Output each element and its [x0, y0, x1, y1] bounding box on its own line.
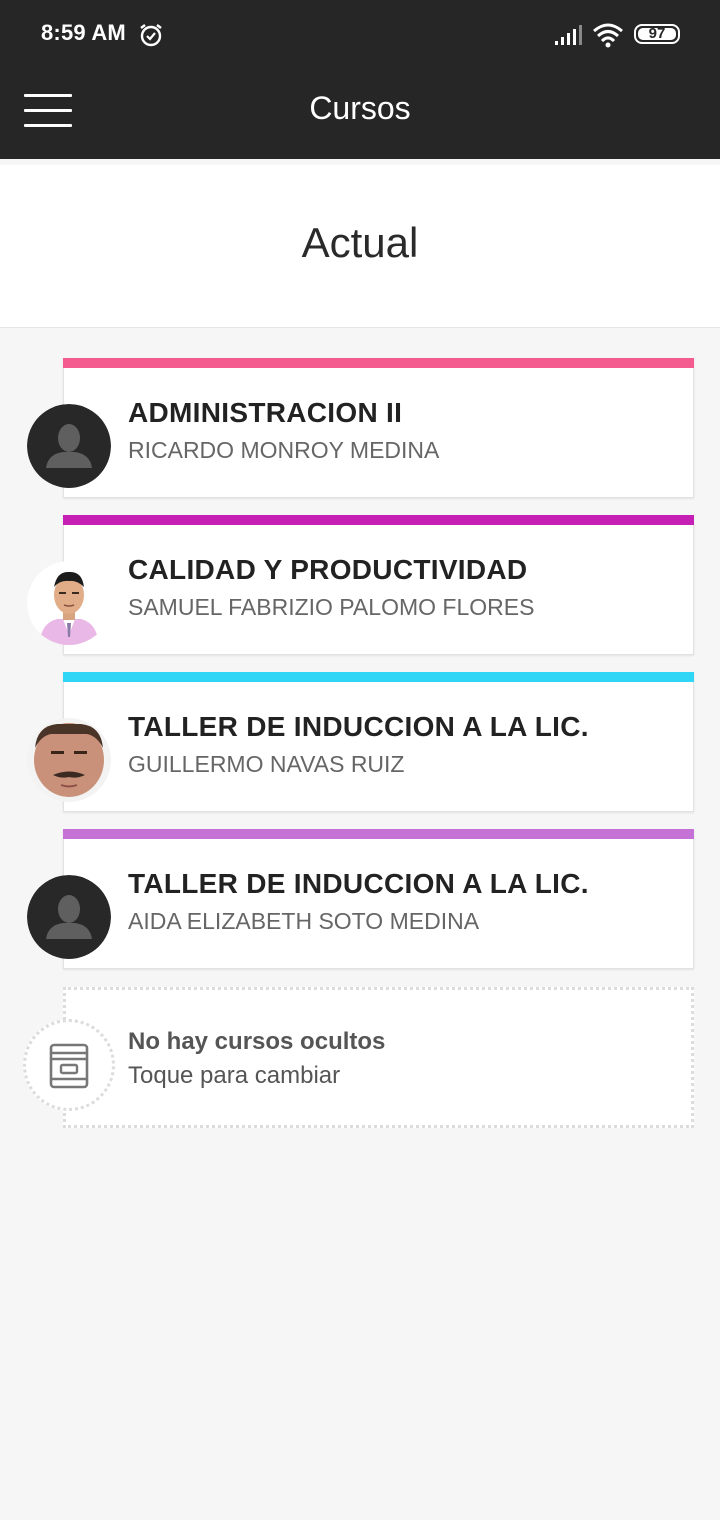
- course-title: ADMINISTRACION II: [128, 397, 403, 428]
- section-title: Actual: [301, 219, 419, 266]
- teacher-avatar: [27, 718, 111, 802]
- course-title: TALLER DE INDUCCION A LA LIC.: [128, 711, 589, 742]
- course-title: CALIDAD Y PRODUCTIVIDAD: [128, 554, 528, 585]
- course-color-stripe: [63, 358, 694, 368]
- alarm-icon: [140, 24, 162, 47]
- course-title: TALLER DE INDUCCION A LA LIC.: [128, 868, 589, 899]
- archive-icon: [23, 1019, 115, 1111]
- course-card[interactable]: CALIDAD Y PRODUCTIVIDAD SAMUEL FABRIZIO …: [63, 515, 694, 655]
- course-color-stripe: [63, 672, 694, 682]
- hidden-courses-title: No hay cursos ocultos: [128, 1028, 386, 1055]
- course-card[interactable]: TALLER DE INDUCCION A LA LIC. GUILLERMO …: [63, 672, 694, 812]
- course-teacher: SAMUEL FABRIZIO PALOMO FLORES: [128, 594, 535, 620]
- page-title: Cursos: [309, 90, 411, 126]
- course-teacher: GUILLERMO NAVAS RUIZ: [128, 751, 405, 777]
- wifi-icon: [593, 23, 623, 48]
- signal-icon: [555, 25, 582, 45]
- course-card[interactable]: TALLER DE INDUCCION A LA LIC. AIDA ELIZA…: [63, 829, 694, 969]
- section-header: Actual: [0, 165, 720, 328]
- default-user-icon: [27, 404, 111, 488]
- battery-icon: 97: [634, 24, 680, 44]
- battery-level: 97: [648, 25, 666, 42]
- status-bar: 8:59 AM 97: [0, 0, 720, 56]
- course-card[interactable]: ADMINISTRACION II RICARDO MONROY MEDINA: [63, 358, 694, 498]
- course-color-stripe: [63, 515, 694, 525]
- default-user-icon: [27, 875, 111, 959]
- status-time: 8:59 AM: [41, 20, 126, 45]
- course-teacher: RICARDO MONROY MEDINA: [128, 437, 440, 463]
- course-color-stripe: [63, 829, 694, 839]
- course-teacher: AIDA ELIZABETH SOTO MEDINA: [128, 908, 480, 934]
- app-bar: Cursos: [0, 56, 720, 159]
- hidden-courses-card[interactable]: No hay cursos ocultos Toque para cambiar: [63, 987, 694, 1128]
- hidden-courses-subtitle: Toque para cambiar: [128, 1062, 341, 1089]
- teacher-avatar: [27, 561, 111, 645]
